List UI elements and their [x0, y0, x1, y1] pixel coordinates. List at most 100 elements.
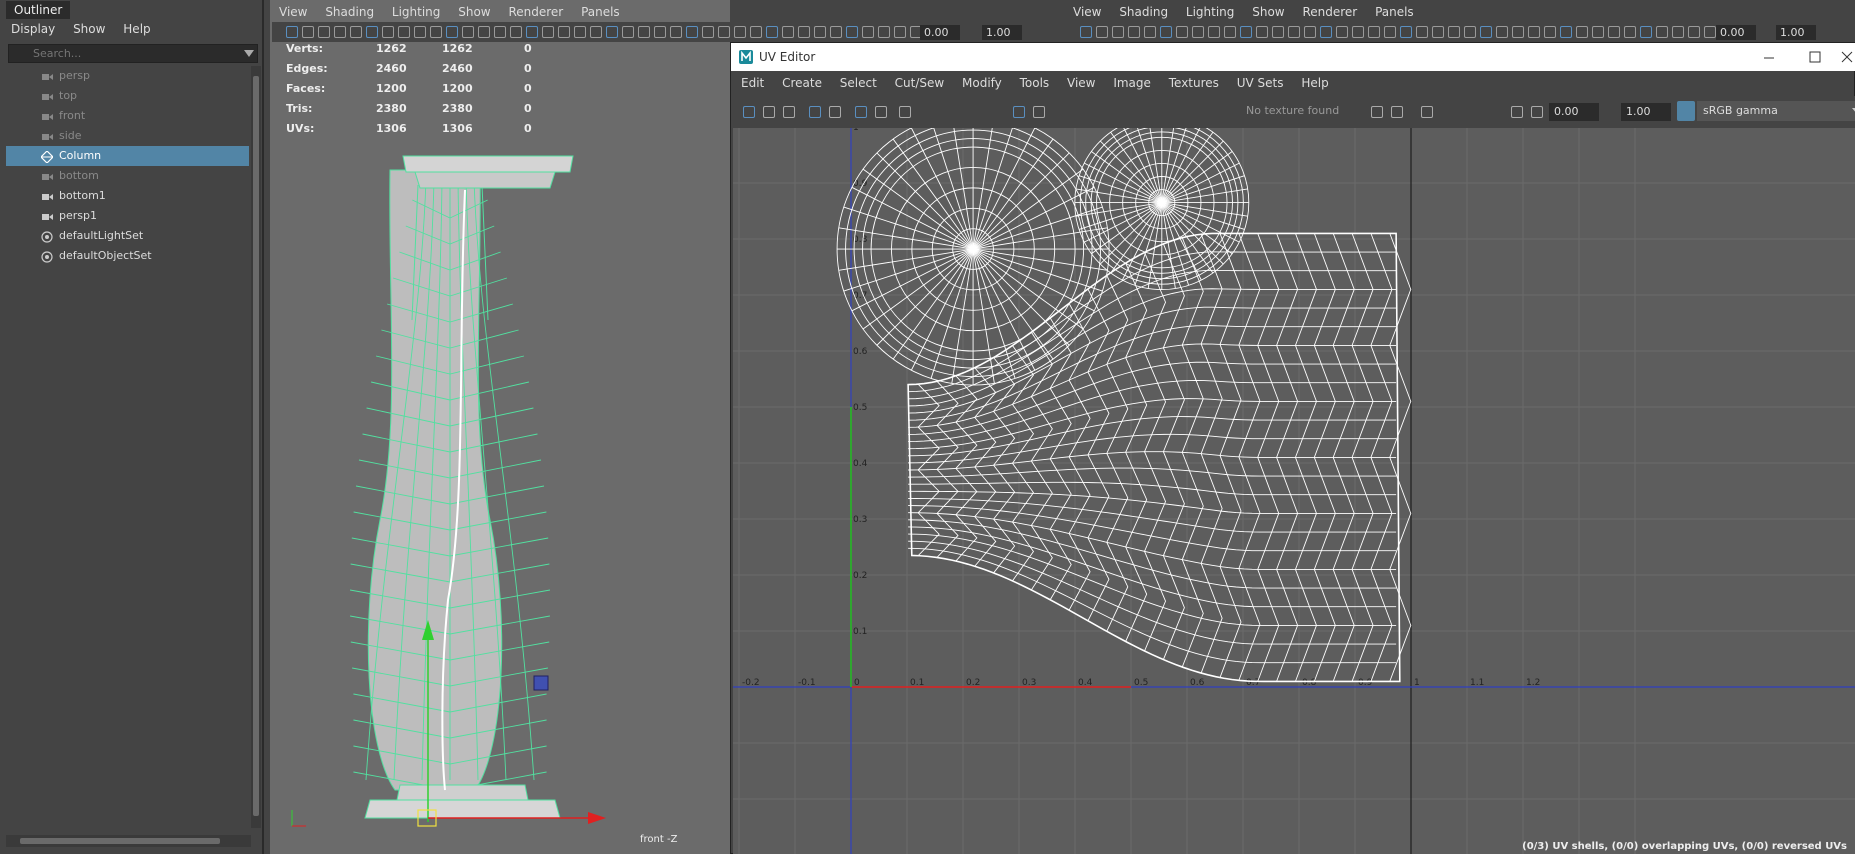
viewport-tool-icon[interactable]: [334, 26, 346, 38]
menu-show[interactable]: Show: [1245, 1, 1291, 23]
outliner-item[interactable]: side: [6, 126, 249, 146]
viewport2-tool-icon[interactable]: [1400, 26, 1412, 38]
viewport2-tool-icon[interactable]: [1304, 26, 1316, 38]
uv-tool-icon[interactable]: [743, 106, 755, 118]
uv-canvas[interactable]: -0.4-0.3-0.2-0.100.10.20.30.40.50.60.70.…: [733, 128, 1855, 854]
uv-tool-icon[interactable]: [763, 106, 775, 118]
viewport2-tool-icon[interactable]: [1160, 26, 1172, 38]
viewport-tool-icon[interactable]: [286, 26, 298, 38]
exposure-field[interactable]: 0.00: [920, 25, 960, 40]
menu-help[interactable]: Help: [1294, 72, 1335, 94]
uv-tool-icon[interactable]: [855, 106, 867, 118]
viewport2-tool-icon[interactable]: [1416, 26, 1428, 38]
menu-lighting[interactable]: Lighting: [385, 1, 448, 23]
menu-shading[interactable]: Shading: [1112, 1, 1175, 23]
viewport2-tool-icon[interactable]: [1592, 26, 1604, 38]
uv-tool-icon[interactable]: [1013, 106, 1025, 118]
viewport-tool-icon[interactable]: [798, 26, 810, 38]
outliner-vscroll-thumb[interactable]: [253, 76, 259, 816]
viewport2-tool-icon[interactable]: [1464, 26, 1476, 38]
menu-create[interactable]: Create: [775, 72, 829, 94]
menu-tools[interactable]: Tools: [1013, 72, 1057, 94]
viewport2-tool-icon[interactable]: [1176, 26, 1188, 38]
viewport-tool-icon[interactable]: [302, 26, 314, 38]
menu-renderer[interactable]: Renderer: [501, 1, 570, 23]
uv-tool-icon[interactable]: [783, 106, 795, 118]
viewport-tool-icon[interactable]: [446, 26, 458, 38]
viewport-tool-icon[interactable]: [622, 26, 634, 38]
viewport2-tool-icon[interactable]: [1688, 26, 1700, 38]
outliner-item[interactable]: bottom: [6, 166, 249, 186]
viewport2-tool-icon[interactable]: [1096, 26, 1108, 38]
viewport-tool-icon[interactable]: [494, 26, 506, 38]
viewport-tool-icon[interactable]: [590, 26, 602, 38]
uv-tool-icon[interactable]: [1421, 106, 1433, 118]
color-space-dropdown[interactable]: sRGB gamma: [1697, 101, 1855, 121]
menu-panels[interactable]: Panels: [1368, 1, 1421, 23]
viewport2-tool-icon[interactable]: [1112, 26, 1124, 38]
close-icon[interactable]: [1841, 51, 1853, 63]
viewport2-tool-icon[interactable]: [1512, 26, 1524, 38]
viewport2-tool-icon[interactable]: [1144, 26, 1156, 38]
viewport2-tool-icon[interactable]: [1128, 26, 1140, 38]
uv-editor-titlebar[interactable]: UV Editor: [731, 43, 1855, 71]
viewport-tool-icon[interactable]: [878, 26, 890, 38]
viewport2-tool-icon[interactable]: [1496, 26, 1508, 38]
viewport-tool-icon[interactable]: [734, 26, 746, 38]
uv-tool-icon[interactable]: [875, 106, 887, 118]
outliner-hscrollbar[interactable]: [6, 835, 251, 847]
viewport2-tool-icon[interactable]: [1560, 26, 1572, 38]
exposure-field[interactable]: 0.00: [1549, 103, 1599, 121]
viewport-tool-icon[interactable]: [750, 26, 762, 38]
uv-shell-body[interactable]: [907, 232, 1412, 683]
uv-tool-icon[interactable]: [829, 106, 841, 118]
viewport-tool-icon[interactable]: [862, 26, 874, 38]
viewport-tool-icon[interactable]: [830, 26, 842, 38]
viewport-tool-icon[interactable]: [526, 26, 538, 38]
viewport-tool-icon[interactable]: [894, 26, 906, 38]
viewport2-tool-icon[interactable]: [1320, 26, 1332, 38]
menu-panels[interactable]: Panels: [574, 1, 627, 23]
menu-lighting[interactable]: Lighting: [1179, 1, 1242, 23]
uv-tool-icon[interactable]: [899, 106, 911, 118]
outliner-item[interactable]: defaultObjectSet: [6, 246, 249, 266]
menu-show[interactable]: Show: [66, 18, 112, 40]
exposure-field[interactable]: 0.00: [1716, 25, 1756, 40]
menu-image[interactable]: Image: [1106, 72, 1158, 94]
uv-shell-disk-large[interactable]: [836, 128, 1110, 386]
viewport-tool-icon[interactable]: [382, 26, 394, 38]
viewport-tool-icon[interactable]: [686, 26, 698, 38]
chevron-down-icon[interactable]: [244, 50, 254, 58]
viewport2-tool-icon[interactable]: [1608, 26, 1620, 38]
outliner-item[interactable]: persp1: [6, 206, 249, 226]
viewport2-tool-icon[interactable]: [1432, 26, 1444, 38]
outliner-item[interactable]: front: [6, 106, 249, 126]
viewport2-tool-icon[interactable]: [1336, 26, 1348, 38]
viewport2-tool-icon[interactable]: [1576, 26, 1588, 38]
viewport-tool-icon[interactable]: [654, 26, 666, 38]
viewport-tool-icon[interactable]: [638, 26, 650, 38]
viewport2-tool-icon[interactable]: [1640, 26, 1652, 38]
viewport-tool-icon[interactable]: [574, 26, 586, 38]
viewport-tool-icon[interactable]: [510, 26, 522, 38]
viewport2-tool-icon[interactable]: [1448, 26, 1460, 38]
viewport-tool-icon[interactable]: [366, 26, 378, 38]
viewport2-tool-icon[interactable]: [1384, 26, 1396, 38]
uv-tool-icon[interactable]: [1511, 106, 1523, 118]
viewport2-tool-icon[interactable]: [1656, 26, 1668, 38]
viewport2-tool-icon[interactable]: [1240, 26, 1252, 38]
maximize-icon[interactable]: [1809, 51, 1821, 63]
uv-tool-icon[interactable]: [1531, 106, 1543, 118]
viewport-tool-icon[interactable]: [846, 26, 858, 38]
uv-shell-disk-small[interactable]: [1074, 128, 1250, 291]
outliner-tab[interactable]: Outliner: [6, 1, 71, 19]
menu-help[interactable]: Help: [116, 18, 157, 40]
viewport2-tool-icon[interactable]: [1256, 26, 1268, 38]
menu-modify[interactable]: Modify: [955, 72, 1009, 94]
viewport-tool-icon[interactable]: [398, 26, 410, 38]
viewport-tool-icon[interactable]: [670, 26, 682, 38]
viewport-tool-icon[interactable]: [478, 26, 490, 38]
viewport2-tool-icon[interactable]: [1288, 26, 1300, 38]
viewport2-tool-icon[interactable]: [1672, 26, 1684, 38]
uv-tool-icon[interactable]: [1371, 106, 1383, 118]
